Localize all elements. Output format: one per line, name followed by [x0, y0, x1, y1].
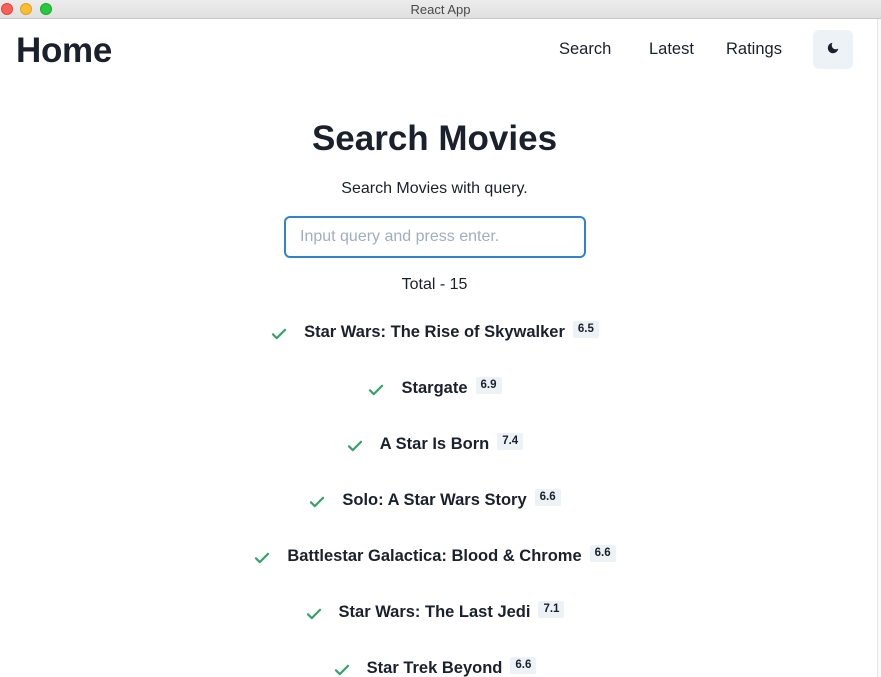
list-item: A Star Is Born 7.4	[0, 423, 869, 479]
scrollbar-track[interactable]	[877, 19, 881, 677]
list-item: Solo: A Star Wars Story 6.6	[0, 479, 869, 535]
moon-icon	[826, 41, 840, 58]
list-item: Stargate 6.9	[0, 367, 869, 423]
nav-ratings-link[interactable]: Ratings	[726, 40, 782, 59]
page-subtitle: Search Movies with query.	[341, 180, 528, 197]
window-title: React App	[410, 2, 471, 17]
rating-badge: 6.5	[572, 321, 599, 338]
app-window: React App Home Search Latest Ratings Sea…	[0, 0, 881, 677]
movie-title[interactable]: Star Wars: The Last Jedi	[339, 603, 531, 622]
rating-badge: 6.6	[589, 545, 616, 562]
list-item: Star Trek Beyond 6.6	[0, 647, 869, 677]
title-bar: React App	[0, 0, 881, 19]
movie-title[interactable]: Battlestar Galactica: Blood & Chrome	[287, 547, 581, 566]
list-item: Star Wars: The Last Jedi 7.1	[0, 591, 869, 647]
movie-title[interactable]: Solo: A Star Wars Story	[342, 491, 526, 510]
nav-latest-link[interactable]: Latest	[649, 40, 694, 59]
rating-badge: 6.6	[534, 489, 561, 506]
check-icon	[306, 608, 321, 620]
list-item: Battlestar Galactica: Blood & Chrome 6.6	[0, 535, 869, 591]
rating-badge: 7.1	[538, 601, 565, 618]
movie-list: Star Wars: The Rise of Skywalker 6.5 Sta…	[0, 311, 869, 677]
check-icon	[255, 552, 270, 564]
rating-badge: 6.6	[510, 657, 537, 674]
list-item: Star Wars: The Rise of Skywalker 6.5	[0, 311, 869, 367]
check-icon	[369, 384, 384, 396]
page-title: Search Movies	[311, 119, 558, 158]
check-icon	[334, 664, 349, 676]
check-icon	[272, 328, 287, 340]
movie-title[interactable]: Star Wars: The Rise of Skywalker	[304, 323, 565, 342]
nav-search-link[interactable]: Search	[559, 40, 611, 59]
theme-toggle-button[interactable]	[813, 30, 853, 69]
movie-title[interactable]: Stargate	[401, 379, 467, 398]
movie-title[interactable]: Star Trek Beyond	[367, 659, 503, 677]
home-title[interactable]: Home	[16, 31, 112, 71]
rating-badge: 6.9	[475, 377, 502, 394]
check-icon	[310, 496, 325, 508]
total-count: Total - 15	[401, 276, 468, 293]
rating-badge: 7.4	[497, 433, 524, 450]
check-icon	[347, 440, 362, 452]
app-header: Home Search Latest Ratings	[0, 19, 877, 81]
movie-title[interactable]: A Star Is Born	[380, 435, 489, 454]
search-input[interactable]	[284, 216, 586, 258]
